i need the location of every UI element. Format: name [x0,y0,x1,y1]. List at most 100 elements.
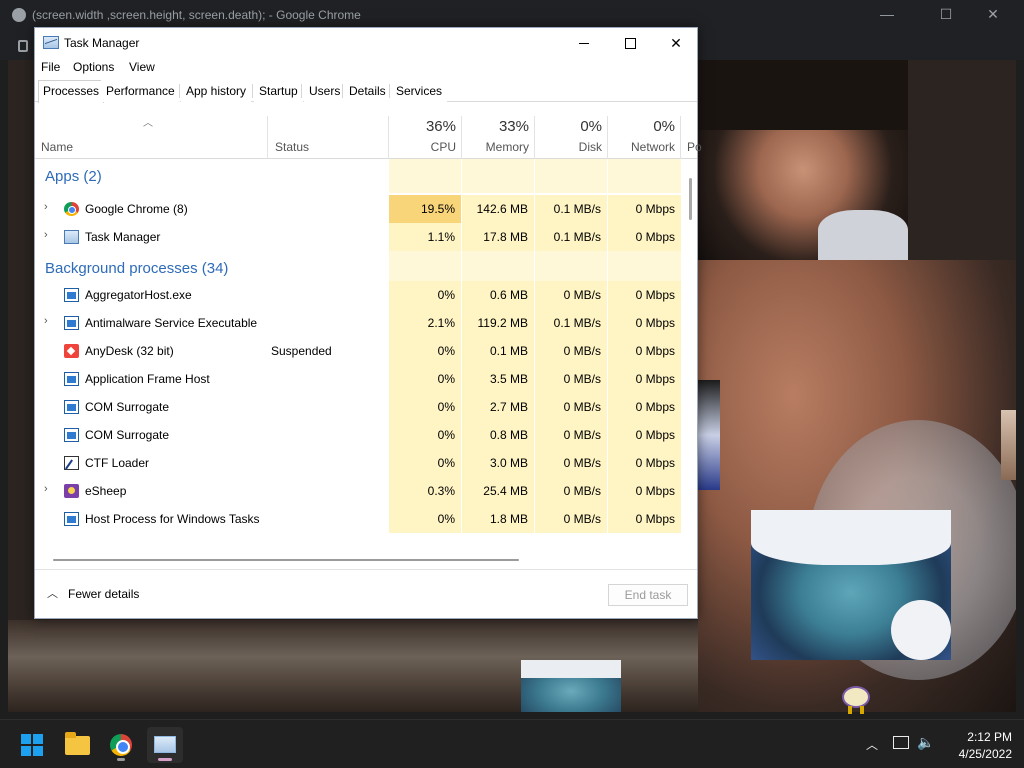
process-row[interactable]: CTF Loader 0% 3.0 MB 0 MB/s 0 Mbps [35,449,681,477]
process-row[interactable]: › Antimalware Service Executable 2.1% 119.2… [35,309,681,337]
process-disk: 0.1 MB/s [553,202,601,216]
window-icon [64,316,79,330]
process-memory: 17.8 MB [483,230,528,244]
tab-separator [252,84,253,98]
clock-date[interactable]: 4/25/2022 [946,747,1012,761]
process-cpu: 0% [437,512,455,526]
close-button[interactable]: ✕ [653,28,699,58]
process-name: AggregatorHost.exe [85,288,192,302]
process-network: 0 Mbps [635,230,675,244]
menu-view[interactable]: View [129,60,155,74]
esheep-sprite-icon[interactable] [838,684,874,716]
column-power[interactable]: Po [687,140,702,154]
task-manager-titlebar[interactable]: Task Manager ✕ [35,28,697,58]
column-memory[interactable]: Memory [462,140,529,154]
file-explorer-icon[interactable] [59,727,95,763]
tab-app-history[interactable]: App history [181,80,252,102]
tab-services[interactable]: Services [391,80,448,102]
process-disk: 0 MB/s [563,400,601,414]
process-memory: 25.4 MB [483,484,528,498]
tab-users[interactable]: Users [304,80,346,102]
process-name: COM Surrogate [85,428,170,442]
lock-icon [18,40,28,52]
process-disk: 0.1 MB/s [553,230,601,244]
process-row[interactable]: AggregatorHost.exe 0% 0.6 MB 0 MB/s 0 Mbps [35,281,681,309]
column-cpu[interactable]: CPU [389,140,456,154]
process-name: CTF Loader [85,456,150,470]
network-icon[interactable] [893,736,909,749]
tab-separator [179,84,180,98]
vertical-scrollbar[interactable] [689,178,692,220]
photo-fragment [698,380,720,490]
clock-time[interactable]: 2:12 PM [946,730,1012,744]
column-name[interactable]: Name [41,140,73,154]
volume-icon[interactable]: 🔈 [917,734,934,751]
chrome-close-button[interactable]: ✕ [978,6,1008,23]
process-status: Suspended [271,344,332,358]
column-network[interactable]: Network [608,140,675,154]
horizontal-scrollbar[interactable] [35,555,697,563]
tab-separator [342,84,343,98]
esheep-icon [64,484,79,498]
process-cpu: 0% [437,372,455,386]
process-network: 0 Mbps [635,344,675,358]
tab-processes[interactable]: Processes [38,80,105,103]
window-icon [64,372,79,386]
chrome-maximize-button[interactable]: ☐ [931,6,961,23]
group-cell-bg [535,159,607,193]
start-icon[interactable] [14,727,50,763]
process-disk: 0 MB/s [563,344,601,358]
process-row[interactable]: › Google Chrome (8) 19.5% 142.6 MB 0.1 MB/s 0… [35,195,681,223]
process-row[interactable]: › Task Manager 1.1% 17.8 MB 0.1 MB/s 0 Mbps [35,223,681,251]
process-cpu: 2.1% [427,316,455,330]
chrome-taskbar-icon[interactable] [103,727,139,763]
column-header: ︿ Name Status 36% CPU 33% Memory 0% Disk… [35,112,702,159]
process-cpu: 19.5% [420,202,455,216]
process-cpu: 1.1% [427,230,455,244]
expand-chevron-icon[interactable]: › [44,229,48,241]
group-title: Apps (2) [45,168,102,185]
globe-icon [12,8,26,22]
fewer-details-button[interactable]: Fewer details [68,587,139,601]
column-status[interactable]: Status [275,140,309,154]
tray-chevron-up-icon[interactable]: ︿ [866,736,878,753]
process-row[interactable]: Application Frame Host 0% 3.5 MB 0 MB/s 0 Mb… [35,365,681,393]
window-icon [64,400,79,414]
window-icon [64,512,79,526]
photo-top [698,60,908,260]
column-disk[interactable]: Disk [535,140,602,154]
group-cell-bg [608,159,681,193]
process-network: 0 Mbps [635,288,675,302]
tab-details[interactable]: Details [344,80,391,102]
group-cell-bg [535,251,607,285]
process-network: 0 Mbps [635,202,675,216]
chevron-up-icon[interactable]: ︿ [47,585,58,601]
end-task-button[interactable]: End task [608,584,688,606]
group-cell-bg [389,159,461,193]
process-cpu: 0% [437,456,455,470]
process-row[interactable]: COM Surrogate 0% 2.7 MB 0 MB/s 0 Mbps [35,393,681,421]
process-name: eSheep [85,484,127,498]
process-row[interactable]: COM Surrogate 0% 0.8 MB 0 MB/s 0 Mbps [35,421,681,449]
expand-chevron-icon[interactable]: › [44,315,48,327]
menu-file[interactable]: File [41,60,60,74]
process-row[interactable]: › eSheep 0.3% 25.4 MB 0 MB/s 0 Mbps [35,477,681,505]
chrome-minimize-button[interactable]: — [872,6,902,22]
tab-startup[interactable]: Startup [254,80,303,102]
process-row[interactable]: AnyDesk (32 bit) Suspended 0% 0.1 MB 0 MB/s 0… [35,337,681,365]
group-cell-bg [608,251,681,285]
maximize-button[interactable] [607,28,653,58]
process-row[interactable]: Host Process for Windows Tasks 0% 1.8 MB 0 … [35,505,681,533]
horizontal-scrollbar-thumb[interactable] [53,559,519,561]
task-manager-taskbar-icon[interactable] [147,727,183,763]
expand-chevron-icon[interactable]: › [44,483,48,495]
sort-up-icon[interactable]: ︿ [143,114,153,129]
minimize-button[interactable] [561,28,607,58]
process-cpu: 0% [437,428,455,442]
menu-options[interactable]: Options [73,60,114,74]
process-name: Antimalware Service Executable [85,316,258,330]
window-icon [64,428,79,442]
expand-chevron-icon[interactable]: › [44,201,48,213]
window-title: Task Manager [64,36,140,50]
tab-performance[interactable]: Performance [101,80,180,102]
